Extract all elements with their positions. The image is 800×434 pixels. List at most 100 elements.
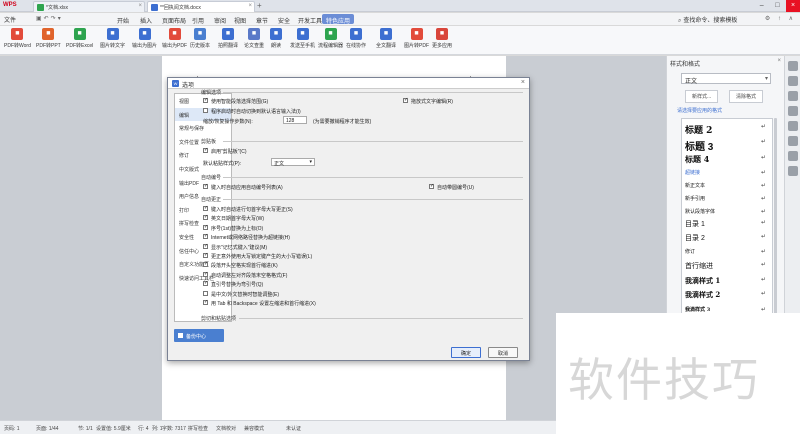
menu-tab[interactable]: 特色应用 — [322, 14, 355, 25]
toolbar-button[interactable]: ■ 全文翻译 — [376, 28, 396, 53]
toolbar-label: 输出为图片 — [132, 43, 158, 49]
export-pdf-icon: ■ — [168, 28, 181, 40]
close-tab-icon[interactable]: × — [138, 3, 142, 9]
styles-panel-title: 样式和格式 — [670, 62, 701, 68]
option-autocorrect: 键入时自动进行句首字母大写更正(S) — [211, 207, 293, 213]
menu-tab[interactable]: 章节 — [252, 14, 272, 25]
toolbar-button[interactable]: ■ 输出为图片 — [132, 28, 157, 53]
tab-xlsx[interactable]: *文档.xlsx × — [33, 1, 145, 12]
status-spell[interactable]: 拼写检查 — [188, 425, 208, 432]
style-item[interactable]: 修订 — [685, 248, 695, 255]
checkbox-auto-ime[interactable] — [203, 108, 208, 113]
toolbar-button[interactable]: ■ 图片转文字 — [100, 28, 125, 53]
style-item[interactable]: 我滴样式 2 — [685, 290, 720, 300]
toolbar-button[interactable]: ■ 拍照翻译 — [218, 28, 238, 53]
toolbar-button[interactable]: ■ 更多应用 — [432, 28, 452, 53]
quick-access-icons[interactable]: ▣↶↷▾ — [36, 15, 63, 22]
command-search[interactable]: ⌕ 查找命令、搜索模板 — [678, 15, 737, 25]
menu-tab[interactable]: 插入 — [136, 14, 156, 25]
checkbox-autocorrect[interactable] — [203, 271, 208, 277]
style-item[interactable]: 标题 3 — [685, 138, 713, 153]
style-item[interactable]: 默认段落字体 — [685, 208, 715, 215]
style-item[interactable]: 目录 1 — [685, 219, 705, 229]
paste-style-select[interactable]: 正文 ▾ — [271, 158, 315, 167]
style-item[interactable]: 新手引用 — [685, 195, 705, 202]
toolbar-button[interactable]: ■ 在线协作 — [346, 28, 366, 53]
toolbar-button[interactable]: ■ 流程编辑器 — [318, 28, 343, 53]
menu-tab[interactable]: 审阅 — [210, 14, 230, 25]
checkbox-autocorrect[interactable] — [203, 290, 208, 296]
menu-tab[interactable]: 开始 — [113, 14, 133, 25]
toolbar-button[interactable]: ■ 图片转PDF — [404, 28, 429, 53]
dialog-title: 选项 — [182, 83, 195, 89]
dialog-close-icon[interactable]: × — [521, 79, 525, 86]
cancel-button[interactable]: 取消 — [488, 347, 518, 358]
checkbox-autocorrect[interactable] — [203, 243, 208, 249]
style-item[interactable]: 标题 2 — [685, 123, 712, 136]
menu-tab[interactable]: 页面布局 — [158, 14, 190, 25]
ok-button[interactable]: 确定 — [451, 347, 481, 358]
menu-tab[interactable]: 安全 — [274, 14, 294, 25]
history-panel-icon[interactable] — [787, 136, 798, 146]
status-pages[interactable]: 页面: 1/44 — [36, 425, 59, 432]
file-menu[interactable]: 文件 — [4, 15, 16, 24]
minimize-icon[interactable]: – — [755, 0, 769, 12]
share-icon[interactable] — [787, 121, 798, 131]
style-item[interactable]: 我滴样式 1 — [685, 276, 720, 286]
navigation-icon[interactable] — [787, 106, 798, 116]
status-words[interactable]: 字数: 7317 — [162, 425, 186, 432]
checkbox-autocorrect[interactable] — [203, 280, 208, 287]
checkbox-autocorrect[interactable] — [203, 205, 208, 211]
select-icon[interactable] — [787, 76, 798, 86]
toolbar-button[interactable]: ■ PDF转Word — [4, 28, 31, 53]
toolbar-button[interactable]: ■ 论文查重 — [244, 28, 264, 53]
toolbar-button[interactable]: ■ 历史版本 — [190, 28, 210, 53]
new-style-button[interactable]: 新样式... — [685, 90, 719, 103]
checkbox-smart-select[interactable] — [203, 97, 208, 103]
toolbar-button[interactable]: ■ 发送至手机 — [290, 28, 315, 53]
help-icon[interactable] — [787, 166, 798, 176]
window-close-icon[interactable]: × — [786, 0, 800, 12]
checkbox-autocorrect[interactable] — [203, 214, 208, 221]
undo-steps-input[interactable]: 128 — [283, 116, 307, 124]
style-panel-icon[interactable] — [787, 61, 798, 71]
paragraph-mark-icon: ↵ — [760, 220, 766, 226]
style-item[interactable]: 首行缩进 — [685, 261, 713, 271]
toolbar-button[interactable]: ■ 输出为PDF — [162, 28, 187, 53]
status-doc-check[interactable]: 文档校对 — [216, 425, 236, 432]
checkbox-clipboard[interactable] — [203, 147, 208, 153]
clear-format-button[interactable]: 清除格式 — [729, 90, 764, 103]
checkbox-autocorrect[interactable] — [203, 224, 208, 230]
toolbar-button[interactable]: ■ PDF转Excel — [66, 28, 93, 53]
property-icon[interactable] — [787, 91, 798, 101]
header-tools-icons[interactable]: ⚙ ↑ ∧ — [765, 15, 796, 22]
menu-tab[interactable]: 引用 — [188, 14, 208, 25]
style-item[interactable]: 我滴样式 3 — [685, 306, 710, 313]
status-auth[interactable]: 未认证 — [286, 425, 301, 432]
checkbox-autocorrect[interactable] — [203, 233, 208, 240]
checkbox-autocorrect[interactable] — [203, 261, 208, 268]
undo-steps-label: 缩放/恢复操作步数(N): — [203, 119, 253, 125]
style-item[interactable]: 超链接 — [685, 169, 700, 176]
close-tab-icon[interactable]: × — [248, 3, 252, 9]
panel-close-icon[interactable]: × — [777, 58, 781, 64]
paragraph-mark-icon: ↵ — [760, 234, 766, 240]
style-item[interactable]: 标题 4 — [685, 154, 709, 165]
toolbar-button[interactable]: ■ PDF转PPT — [36, 28, 61, 53]
toolbar-button[interactable]: ■ 朗读 — [270, 28, 282, 53]
current-style-select[interactable]: 正文 ▾ — [681, 73, 771, 85]
tab-docx[interactable]: **回执阅文档.docx × — [147, 1, 255, 12]
menu-tab[interactable]: 视图 — [230, 14, 250, 25]
backup-panel-icon[interactable] — [787, 151, 798, 161]
checkbox-autocorrect[interactable] — [203, 299, 208, 305]
new-tab-icon[interactable]: + — [257, 1, 262, 11]
maximize-icon[interactable]: □ — [770, 0, 784, 12]
style-item[interactable]: 新正文本 — [685, 182, 705, 189]
checkbox-autocorrect[interactable] — [203, 252, 208, 258]
checkbox-drag-drop[interactable] — [403, 97, 408, 103]
checkbox-circle-number[interactable] — [429, 183, 434, 189]
backup-center-button[interactable]: 备份中心 — [174, 329, 224, 342]
style-item[interactable]: 目录 2 — [685, 233, 705, 243]
checkbox-auto-numbering[interactable] — [203, 183, 208, 189]
app-logo[interactable]: WPS — [3, 2, 17, 8]
